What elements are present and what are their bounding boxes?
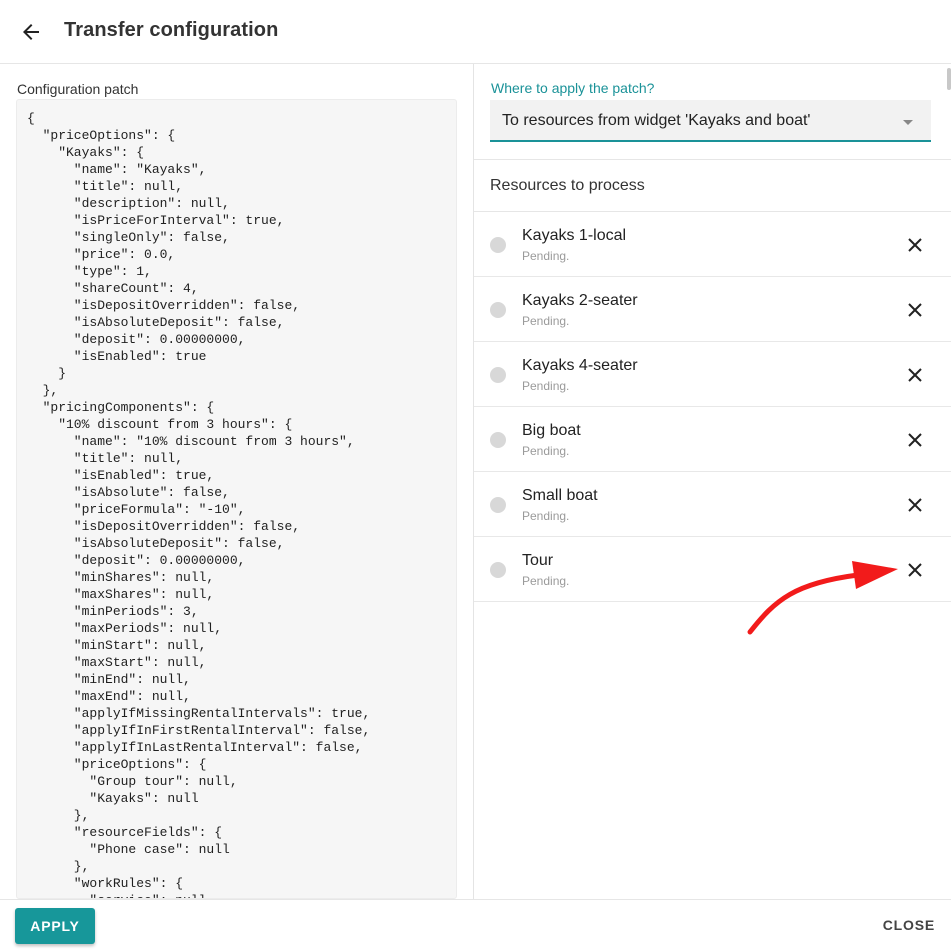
resource-name: Kayaks 4-seater (522, 357, 638, 374)
resource-status: Pending. (522, 574, 570, 588)
configuration-panel: Configuration patch { "priceOptions": { … (0, 64, 473, 899)
status-dot-icon (490, 302, 506, 318)
resource-name: Small boat (522, 487, 598, 504)
resource-name: Big boat (522, 422, 581, 439)
remove-resource-button[interactable] (904, 429, 926, 451)
remove-resource-button[interactable] (904, 559, 926, 581)
apply-target-value: To resources from widget 'Kayaks and boa… (502, 112, 811, 129)
apply-button[interactable]: APPLY (15, 908, 95, 944)
list-item: Small boat Pending. (474, 472, 951, 537)
close-icon (908, 238, 922, 252)
caret-down-icon (903, 120, 913, 125)
target-panel: Where to apply the patch? To resources f… (474, 64, 951, 899)
status-dot-icon (490, 367, 506, 383)
resource-name: Kayaks 2-seater (522, 292, 638, 309)
remove-resource-button[interactable] (904, 364, 926, 386)
status-dot-icon (490, 562, 506, 578)
configuration-patch-editor[interactable]: { "priceOptions": { "Kayaks": { "name": … (16, 99, 457, 899)
list-item: Tour Pending. (474, 537, 951, 602)
configuration-patch-code: { "priceOptions": { "Kayaks": { "name": … (27, 111, 371, 898)
resource-name: Kayaks 1-local (522, 227, 627, 244)
remove-resource-button[interactable] (904, 299, 926, 321)
resource-status: Pending. (522, 509, 570, 523)
resource-name: Tour (522, 552, 554, 569)
apply-target-select[interactable]: To resources from widget 'Kayaks and boa… (490, 100, 931, 142)
resources-heading: Resources to process (490, 177, 645, 194)
close-icon (908, 498, 922, 512)
configuration-patch-label: Configuration patch (17, 81, 139, 97)
close-icon (908, 303, 922, 317)
resource-status: Pending. (522, 444, 570, 458)
list-item: Kayaks 4-seater Pending. (474, 342, 951, 407)
remove-resource-button[interactable] (904, 234, 926, 256)
resource-list: Kayaks 1-local Pending. Kayaks 2-seater … (474, 212, 951, 602)
remove-resource-button[interactable] (904, 494, 926, 516)
resource-status: Pending. (522, 379, 570, 393)
close-icon (908, 563, 922, 577)
list-item: Kayaks 2-seater Pending. (474, 277, 951, 342)
apply-target-label: Where to apply the patch? (491, 80, 655, 96)
list-item: Kayaks 1-local Pending. (474, 212, 951, 277)
page-title: Transfer configuration (64, 19, 279, 41)
status-dot-icon (490, 432, 506, 448)
resource-status: Pending. (522, 314, 570, 328)
status-dot-icon (490, 497, 506, 513)
status-dot-icon (490, 237, 506, 253)
arrow-left-icon (23, 24, 39, 40)
back-button[interactable] (14, 16, 48, 48)
dialog-header: Transfer configuration (0, 0, 951, 64)
close-icon (908, 433, 922, 447)
resource-status: Pending. (522, 249, 570, 263)
scrollbar-thumb[interactable] (947, 68, 951, 90)
close-icon (908, 368, 922, 382)
dialog-footer: APPLY CLOSE (0, 899, 951, 950)
list-item: Big boat Pending. (474, 407, 951, 472)
close-button[interactable]: CLOSE (883, 917, 935, 933)
section-divider (474, 159, 951, 160)
